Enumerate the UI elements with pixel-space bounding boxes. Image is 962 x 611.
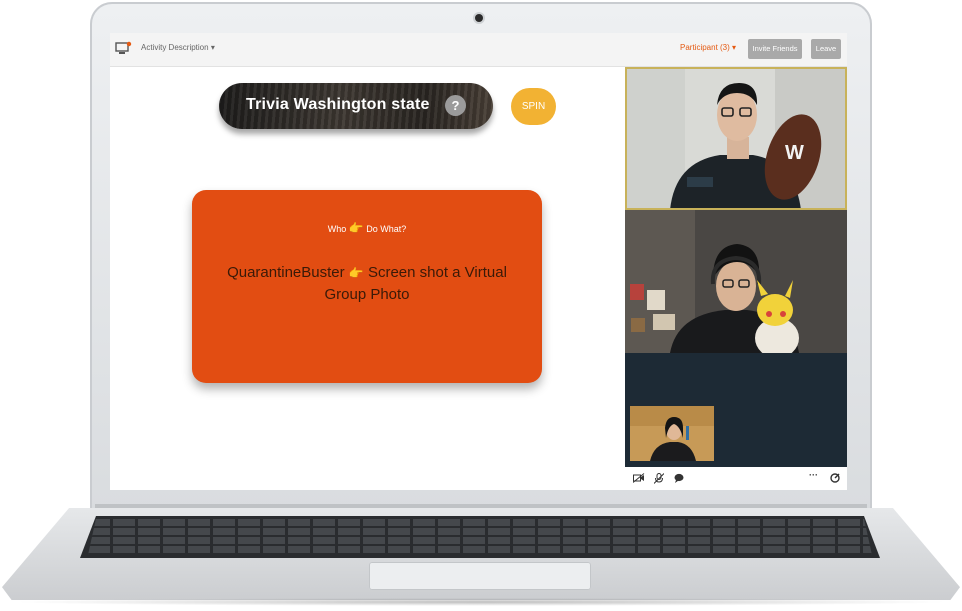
card-who-value: QuarantineBuster [227, 264, 345, 281]
prompt-card: Who 👉 Do What? QuarantineBuster 👉 Screen… [192, 190, 542, 383]
pointing-hand-icon: 👉 [348, 221, 364, 235]
card-prompt-text: QuarantineBuster 👉 Screen shot a Virtual… [212, 262, 522, 305]
chat-icon[interactable] [674, 473, 684, 485]
app-screen: Activity Description ▾ Participant (3) ▾… [110, 33, 847, 490]
game-title-banner: Trivia Washington state ? [219, 83, 493, 129]
participant-label: Participant (3) [680, 43, 730, 52]
top-bar: Activity Description ▾ Participant (3) ▾… [110, 33, 847, 67]
keyboard-keys [88, 519, 872, 555]
card-what-value-line2: Group Photo [324, 286, 410, 303]
help-button[interactable]: ? [445, 95, 466, 116]
video-controls-bar: ··· [625, 467, 847, 490]
spin-button[interactable]: SPIN [511, 88, 556, 125]
video-feed-participant-2 [625, 210, 847, 353]
video-feed-participant-1: W [625, 67, 847, 210]
webcam [475, 14, 483, 22]
activity-description-dropdown[interactable]: Activity Description ▾ [141, 43, 215, 52]
card-subtitle: Who 👉 Do What? [192, 221, 542, 235]
participant-dropdown[interactable]: Participant (3) ▾ [680, 43, 736, 52]
laptop-shadow [10, 598, 952, 606]
video-feed-self [630, 406, 714, 461]
more-icon[interactable]: ··· [809, 470, 818, 480]
leave-button[interactable]: Leave [811, 39, 841, 59]
card-what-label: Do What? [366, 224, 407, 234]
game-title: Trivia Washington state [246, 96, 430, 113]
touchpad [369, 562, 591, 590]
invite-friends-button[interactable]: Invite Friends [748, 39, 802, 59]
self-view-tile[interactable] [630, 406, 714, 461]
video-tile-2[interactable] [625, 210, 847, 353]
app-logo-icon[interactable] [115, 41, 132, 55]
activity-description-label: Activity Description [141, 43, 209, 52]
video-off-icon[interactable] [632, 473, 645, 485]
caret-down-icon: ▾ [732, 43, 737, 52]
pointing-hand-icon: 👉 [348, 266, 364, 280]
settings-icon[interactable] [830, 473, 840, 485]
card-what-value-line1: Screen shot a Virtual [367, 264, 507, 281]
svg-text:W: W [785, 142, 804, 164]
game-pane: Trivia Washington state ? SPIN Who 👉 Do … [110, 67, 623, 490]
card-who-label: Who [327, 224, 347, 234]
mic-off-icon[interactable] [653, 473, 665, 486]
caret-down-icon: ▾ [210, 43, 215, 52]
video-tile-1[interactable]: W [625, 67, 847, 210]
video-panel: W ··· [625, 67, 847, 490]
